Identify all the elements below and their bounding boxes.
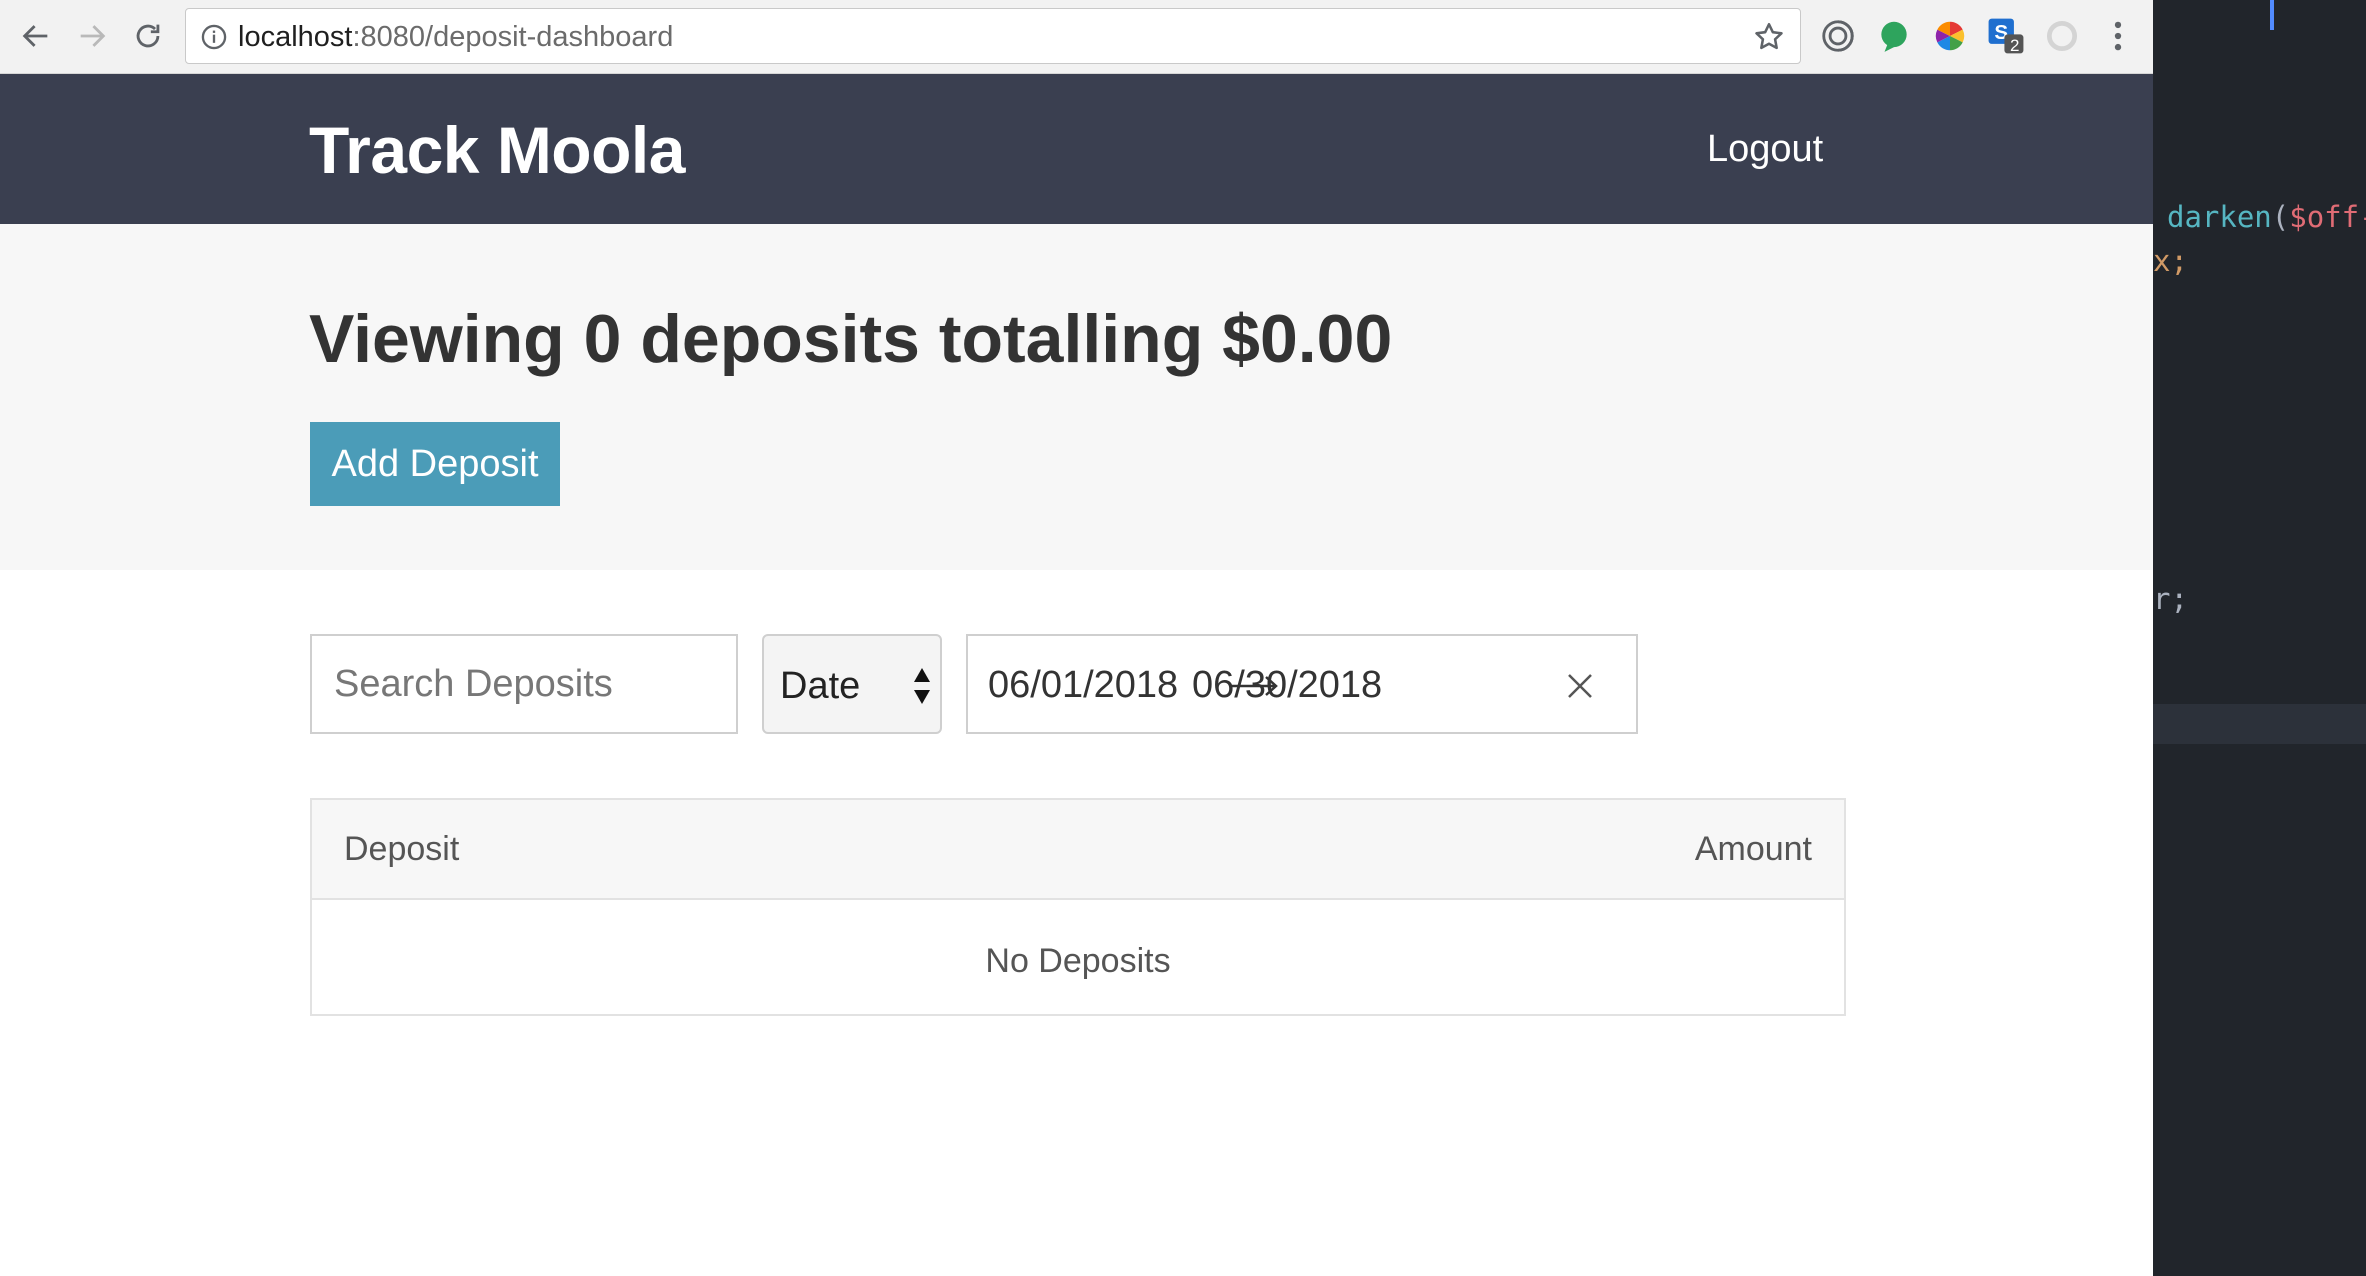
end-date-input[interactable]: 06/30/2018	[1192, 663, 1382, 707]
sort-by-select[interactable]: Date	[762, 634, 942, 734]
add-deposit-button[interactable]: Add Deposit	[310, 422, 560, 506]
editor-highlight-line	[2153, 704, 2366, 744]
empty-state-message: No Deposits	[985, 942, 1171, 980]
code-editor-panel: darken($off- x; r;	[2153, 0, 2366, 1276]
brand-logo[interactable]: Track Moola	[309, 114, 685, 186]
browser-toolbar: localhost:8080/deposit-dashboard S 2	[0, 0, 2153, 74]
extension-s-badge-icon[interactable]: S 2	[1986, 16, 2026, 56]
page-title: Viewing 0 deposits totalling $0.00	[309, 299, 1392, 379]
reload-button[interactable]	[126, 14, 170, 58]
sort-by-value: Date	[780, 665, 861, 707]
select-arrows-icon	[914, 668, 930, 704]
column-header-amount: Amount	[1694, 830, 1812, 868]
back-arrow-icon	[22, 25, 48, 47]
back-button[interactable]	[14, 14, 58, 58]
table-header: Deposit Amount	[312, 800, 1844, 900]
extension-color-wheel-icon[interactable]	[1930, 16, 1970, 56]
extension-faded-icon[interactable]	[2042, 16, 2082, 56]
app-header: Track Moola Logout	[0, 74, 2153, 224]
deposit-total: $0.00	[1222, 301, 1393, 377]
forward-arrow-icon	[80, 25, 106, 47]
search-field[interactable]	[310, 634, 738, 734]
column-header-deposit: Deposit	[344, 830, 460, 868]
reload-icon	[136, 24, 160, 48]
kebab-menu-icon	[2114, 21, 2122, 51]
info-icon[interactable]	[200, 23, 228, 51]
summary-middle: deposits totalling	[640, 301, 1204, 377]
logout-link[interactable]: Logout	[1707, 126, 1823, 172]
extension-badge-count: 2	[2010, 36, 2020, 55]
summary-panel: Viewing 0 deposits totalling $0.00 Add D…	[0, 224, 2153, 570]
code-line-x: x;	[2153, 244, 2188, 278]
date-range-picker[interactable]: 06/01/2018 06/30/2018	[966, 634, 1638, 734]
url-text: localhost:8080/deposit-dashboard	[238, 21, 674, 53]
browser-menu-button[interactable]	[2098, 16, 2138, 56]
clear-dates-icon[interactable]	[1564, 670, 1596, 702]
forward-button[interactable]	[70, 14, 114, 58]
deposit-count: 0	[583, 301, 622, 377]
address-bar[interactable]: localhost:8080/deposit-dashboard	[185, 8, 1801, 64]
bookmark-star-icon[interactable]	[1752, 20, 1786, 54]
start-date-input[interactable]: 06/01/2018	[988, 663, 1178, 707]
code-line-r: r;	[2153, 582, 2188, 616]
search-input[interactable]	[312, 636, 736, 732]
code-line-darken: darken($off-	[2167, 200, 2366, 234]
editor-cursor	[2270, 0, 2274, 30]
deposits-table: Deposit Amount No Deposits	[310, 798, 1846, 1016]
extension-swirl-icon[interactable]	[1818, 16, 1858, 56]
extension-green-bubble-icon[interactable]	[1874, 16, 1914, 56]
summary-prefix: Viewing	[309, 301, 565, 377]
